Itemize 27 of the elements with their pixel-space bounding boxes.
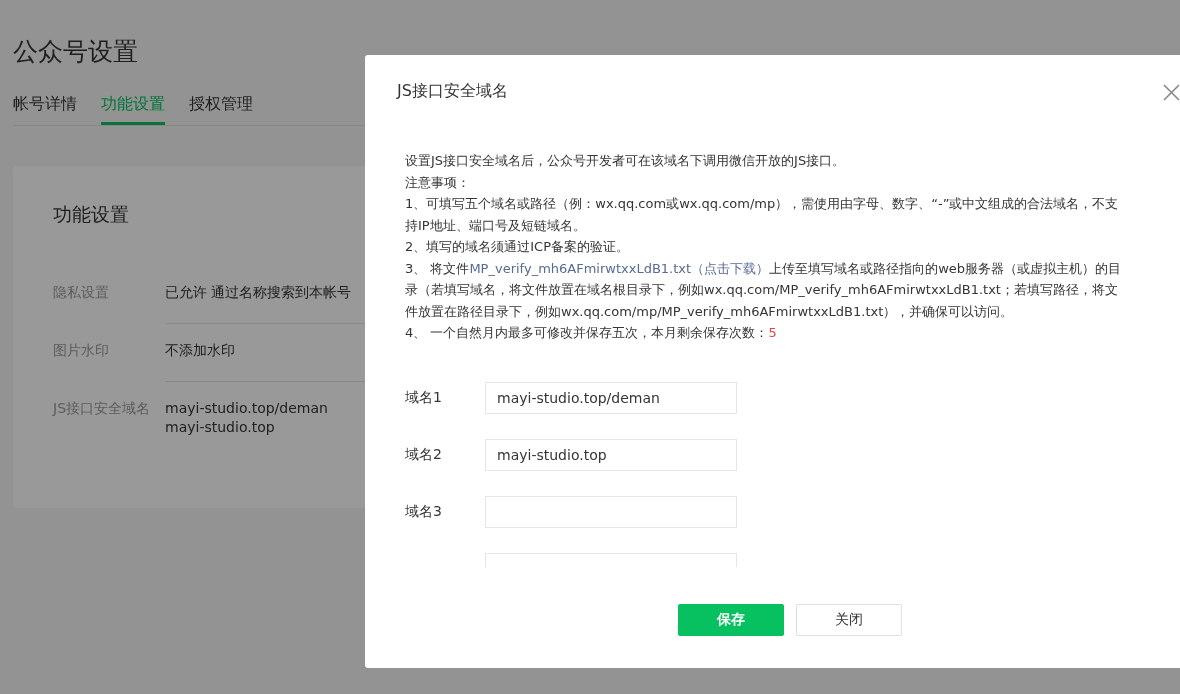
page-title: 公众号设置 [13,36,139,68]
notice-item: 1、可填写五个域名或路径（例：wx.qq.com或wx.qq.com/mp），需使用由字母、数字、“-”或中文组成的合法域名，不支持IP地址、端口号及短链域名。 [405,195,1120,235]
domain-field[interactable]: mayi-studio.top/deman [485,381,737,414]
intro-text: 设置JS接口安全域名后，公众号开发者可在该域名下调用微信开放的JS接口。 [405,152,847,170]
remaining-count: 5 [768,325,777,340]
close-icon[interactable] [1163,84,1180,101]
close-button[interactable]: 关闭 [796,604,902,636]
card-title: 功能设置 [53,202,130,227]
notice-item: 2、填写的域名须通过ICP备案的验证。 [405,238,631,256]
download-link[interactable]: MP_verify_mh6AFmirwtxxLdB1.txt（点击下载） [469,260,770,276]
setting-label: 图片水印 [53,341,110,360]
field-label: 域名1 [405,388,442,405]
setting-value: 不添加水印 [165,341,236,360]
field-label: 域名3 [405,502,442,519]
tab[interactable]: 授权管理 [189,88,253,125]
setting-value: 已允许 通过名称搜索到本帐号 [165,283,353,302]
setting-value: mayi-studio.top/deman [165,399,329,418]
notice-item: 3、 将文件MP_verify_mh6AFmirwtxxLdB1.txt（点击下载）上传至填写域名或路径指向的web服务器（或虚拟主机）的目录（若填写域名，将文件放置在域名根目录下，例如wx.qq.com/MP_verify_mh6AFmirwtxxLdB1.txt；若填写路径，将文件放置在路径目录下，例如wx.qq.com/mp/MP_verify_mh6AFmirwtxxLdB1.txt），并确保可以访问。 [405,259,1123,321]
tab[interactable]: 帐号详情 [13,88,77,125]
field-label: 域名2 [405,445,442,462]
notice-item: 4、 一个自然月内最多可修改并保存五次，本月剩余保存次数： [405,325,769,340]
domain-field[interactable]: mayi-studio.top [485,438,737,471]
notice-heading: 注意事项： [405,173,471,192]
setting-value: mayi-studio.top [165,418,276,437]
setting-label: 隐私设置 [53,283,110,302]
domain-field[interactable] [485,495,737,528]
dialog-title: JS接口安全域名 [397,81,508,102]
